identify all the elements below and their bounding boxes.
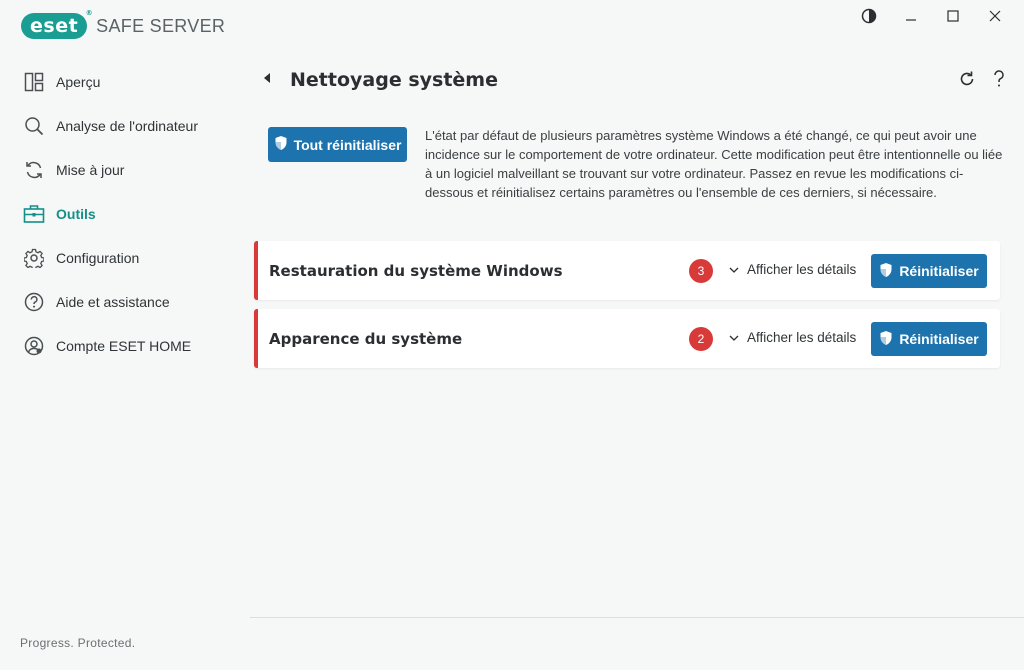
refresh-icon bbox=[23, 159, 45, 181]
sidebar-item-mise-a-jour[interactable]: Mise à jour bbox=[0, 148, 250, 192]
item-title: Restauration du système Windows bbox=[269, 262, 563, 280]
reset-label: Réinitialiser bbox=[899, 263, 979, 279]
logo-badge: eset ® bbox=[21, 9, 93, 39]
show-details-label: Afficher les détails bbox=[747, 262, 857, 277]
gear-icon bbox=[23, 247, 45, 269]
help-button[interactable] bbox=[992, 70, 1006, 93]
sidebar-item-configuration[interactable]: Configuration bbox=[0, 236, 250, 280]
change-count-badge: 3 bbox=[689, 259, 713, 283]
sidebar-item-label: Compte ESET HOME bbox=[56, 338, 192, 354]
reset-all-label: Tout réinitialiser bbox=[293, 136, 402, 153]
logo-wordmark: eset bbox=[30, 15, 79, 37]
toolbox-icon bbox=[23, 203, 45, 225]
chevron-down-icon bbox=[729, 330, 739, 345]
sidebar-item-label: Configuration bbox=[56, 250, 140, 266]
page-title: Nettoyage système bbox=[290, 69, 498, 91]
show-details-link[interactable]: Afficher les détails bbox=[729, 262, 856, 277]
reset-label: Réinitialiser bbox=[899, 331, 979, 347]
search-icon bbox=[23, 115, 45, 137]
main-content: Nettoyage système Tout réinitialiser L'é… bbox=[250, 0, 1024, 670]
back-arrow-icon bbox=[262, 71, 272, 89]
description-text: L'état par défaut de plusieurs paramètre… bbox=[425, 128, 1003, 200]
item-title: Apparence du système bbox=[269, 330, 463, 348]
shield-icon bbox=[274, 135, 288, 154]
sidebar-item-analyse[interactable]: Analyse de l'ordinateur bbox=[0, 104, 250, 148]
header-actions bbox=[958, 70, 1006, 93]
sidebar: eset ® SAFE SERVER Aperçu Analyse de l'o… bbox=[0, 0, 250, 670]
product-name: SAFE SERVER bbox=[96, 15, 226, 36]
footer-divider bbox=[250, 617, 1024, 618]
account-icon bbox=[23, 335, 45, 357]
sidebar-item-label: Analyse de l'ordinateur bbox=[56, 118, 198, 134]
refresh-button[interactable] bbox=[958, 70, 976, 93]
chevron-down-icon bbox=[729, 262, 739, 277]
sidebar-item-compte[interactable]: Compte ESET HOME bbox=[0, 324, 250, 368]
shield-icon bbox=[879, 330, 893, 349]
back-button[interactable] bbox=[262, 72, 276, 88]
sidebar-item-label: Outils bbox=[56, 206, 96, 222]
show-details-link[interactable]: Afficher les détails bbox=[729, 330, 856, 345]
reset-all-button[interactable]: Tout réinitialiser bbox=[268, 127, 407, 162]
change-count-badge: 2 bbox=[689, 327, 713, 351]
logo-registered-mark: ® bbox=[85, 9, 94, 17]
overview-icon bbox=[23, 71, 45, 93]
shield-icon bbox=[879, 262, 893, 281]
reset-button[interactable]: Réinitialiser bbox=[871, 254, 987, 288]
sidebar-item-label: Aperçu bbox=[56, 74, 101, 90]
sidebar-item-label: Mise à jour bbox=[56, 162, 125, 178]
sidebar-nav: Aperçu Analyse de l'ordinateur Mise à jo… bbox=[0, 60, 250, 368]
sidebar-item-outils[interactable]: Outils bbox=[0, 192, 250, 236]
sidebar-item-label: Aide et assistance bbox=[56, 294, 170, 310]
reset-button[interactable]: Réinitialiser bbox=[871, 322, 987, 356]
help-icon bbox=[23, 291, 45, 313]
tagline: Progress. Protected. bbox=[20, 636, 136, 650]
cleaner-item-card: Apparence du système 2 Afficher les déta… bbox=[254, 309, 1000, 368]
eset-logo: eset ® SAFE SERVER bbox=[21, 9, 226, 39]
show-details-label: Afficher les détails bbox=[747, 330, 857, 345]
sidebar-item-apercu[interactable]: Aperçu bbox=[0, 60, 250, 104]
sidebar-item-aide[interactable]: Aide et assistance bbox=[0, 280, 250, 324]
cleaner-item-card: Restauration du système Windows 3 Affich… bbox=[254, 241, 1000, 300]
